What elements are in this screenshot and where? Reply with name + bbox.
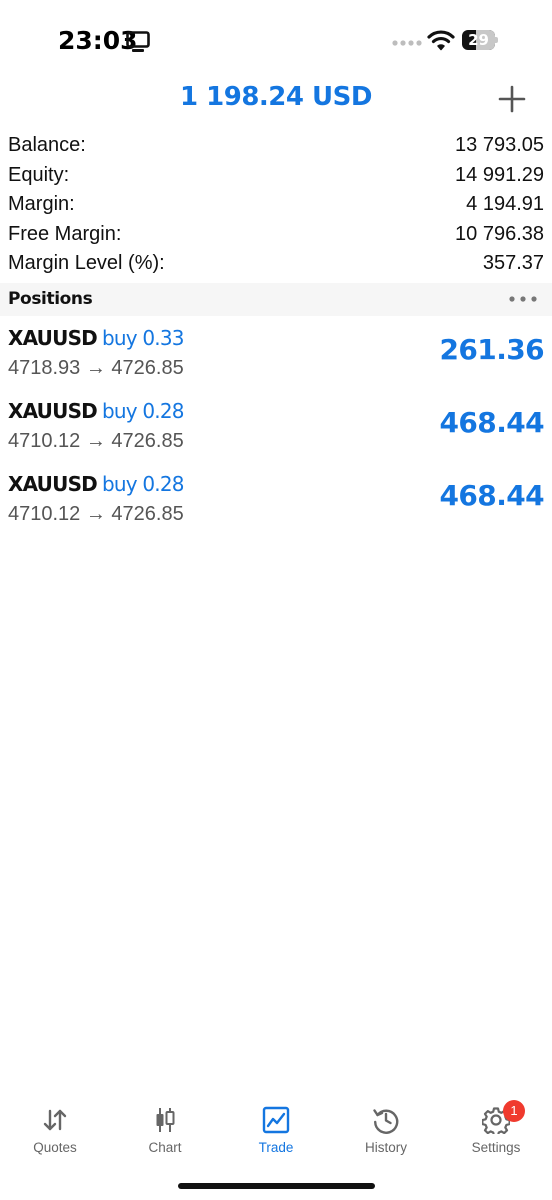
summary-row-balance: Balance: 13 793.05 (0, 132, 552, 162)
margin-level-label: Margin Level (%): (8, 252, 165, 274)
margin-value: 4 194.91 (466, 193, 544, 215)
tab-chart-label: Chart (148, 1140, 182, 1155)
tab-settings[interactable]: 1 Settings (441, 1096, 551, 1158)
position-type-volume: buy 0.28 (101, 472, 185, 496)
quotes-arrows-icon (43, 1109, 67, 1131)
margin-level-value: 357.37 (482, 252, 544, 274)
position-profit: 468.44 (439, 406, 545, 439)
tab-history[interactable]: History (331, 1096, 441, 1158)
tab-quotes-label: Quotes (33, 1140, 77, 1155)
positions-section-header: Positions (0, 283, 552, 316)
position-prices: 4710.12 → 4726.85 (8, 503, 184, 525)
tab-bar: Quotes Chart Trade History 1 Settings (0, 1096, 552, 1166)
position-profit: 261.36 (439, 333, 545, 366)
balance-label: Balance: (8, 134, 86, 156)
candlestick-chart-icon (156, 1108, 175, 1132)
tab-trade-label: Trade (258, 1140, 294, 1155)
tab-settings-label: Settings (471, 1140, 521, 1155)
positions-list: XAUUSD buy 0.33 4718.93 → 4726.85 261.36 … (0, 316, 552, 535)
wifi-icon (427, 30, 455, 51)
trade-screen: 23:03 29 1 198.24 USD Balance: 13 793.05… (0, 0, 552, 1200)
equity-value: 14 991.29 (455, 163, 544, 186)
trade-line-chart-icon (262, 1106, 290, 1134)
margin-label: Margin: (8, 193, 75, 215)
position-type-volume: buy 0.28 (101, 399, 185, 423)
position-prices: 4710.12 → 4726.85 (8, 430, 184, 452)
position-symbol: XAUUSD (8, 399, 98, 423)
summary-row-free-margin: Free Margin: 10 796.38 (0, 221, 552, 251)
position-symbol: XAUUSD (8, 472, 98, 496)
battery-level: 29 (468, 31, 489, 49)
equity-label: Equity: (8, 163, 70, 186)
positions-title: Positions (8, 289, 93, 309)
position-prices: 4718.93 → 4726.85 (8, 357, 184, 379)
tab-quotes[interactable]: Quotes (0, 1096, 110, 1158)
position-profit: 468.44 (439, 479, 545, 512)
settings-notification-badge: 1 (503, 1100, 525, 1122)
summary-row-equity: Equity: 14 991.29 (0, 162, 552, 192)
floating-profit-title: 1 198.24 USD (180, 82, 372, 112)
home-indicator[interactable] (178, 1183, 375, 1189)
cellular-signal-icon (392, 40, 422, 46)
tab-history-label: History (364, 1140, 407, 1155)
free-margin-value: 10 796.38 (455, 222, 544, 245)
account-header: 1 198.24 USD (0, 72, 552, 124)
position-row[interactable]: XAUUSD buy 0.33 4718.93 → 4726.85 261.36 (0, 316, 552, 389)
plus-icon[interactable] (497, 84, 527, 114)
account-summary: Balance: 13 793.05 Equity: 14 991.29 Mar… (0, 132, 552, 280)
summary-row-margin: Margin: 4 194.91 (0, 191, 552, 221)
status-bar: 23:03 29 (0, 0, 552, 80)
more-dots-icon[interactable] (508, 295, 538, 303)
tab-chart[interactable]: Chart (110, 1096, 220, 1158)
battery-icon: 29 (462, 30, 498, 50)
history-clock-icon (373, 1109, 399, 1134)
tab-trade[interactable]: Trade (221, 1096, 331, 1158)
monitor-icon (126, 31, 150, 52)
summary-row-margin-level: Margin Level (%): 357.37 (0, 250, 552, 280)
position-symbol: XAUUSD (8, 326, 98, 350)
position-row[interactable]: XAUUSD buy 0.28 4710.12 → 4726.85 468.44 (0, 389, 552, 462)
position-type-volume: buy 0.33 (101, 326, 185, 350)
balance-value: 13 793.05 (455, 134, 544, 156)
position-row[interactable]: XAUUSD buy 0.28 4710.12 → 4726.85 468.44 (0, 462, 552, 535)
free-margin-label: Free Margin: (8, 222, 122, 245)
